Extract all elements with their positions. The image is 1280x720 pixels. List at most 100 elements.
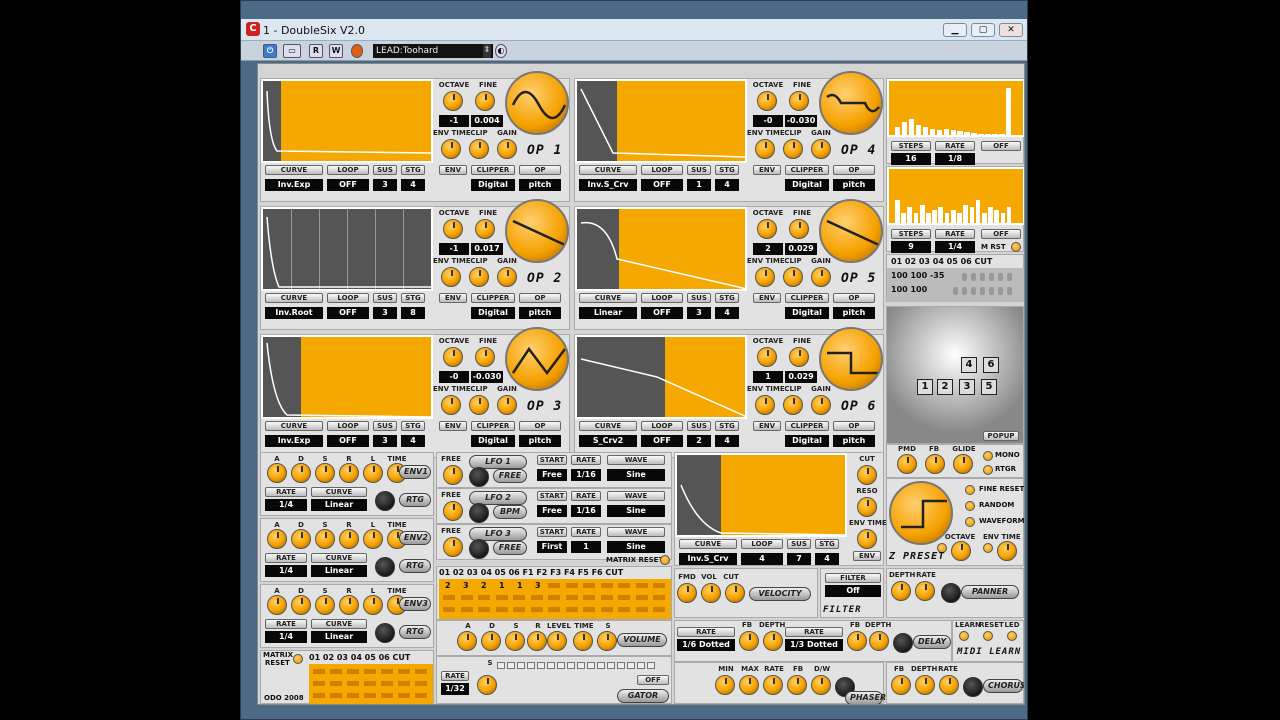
op6-curve-button[interactable]: CURVE [579, 421, 637, 431]
lfo3-rate-value[interactable]: 1 [571, 541, 601, 553]
volume-d-knob[interactable] [481, 631, 501, 651]
op1-clipper-value[interactable]: Digital [471, 179, 515, 191]
env2-rate-button[interactable]: RATE [265, 553, 307, 563]
op3-stg-button[interactable]: STG [401, 421, 425, 431]
gator-step[interactable] [517, 662, 525, 669]
power-icon[interactable]: ⏻ [263, 44, 277, 58]
op4-octave-knob[interactable] [757, 91, 777, 111]
gator-step[interactable] [577, 662, 585, 669]
op1-stg-value[interactable]: 4 [401, 179, 425, 191]
delay-fb-2-knob[interactable] [847, 631, 867, 651]
op6-env-time-knob[interactable] [755, 395, 775, 415]
matrix-cell[interactable] [381, 669, 393, 674]
op5-clipper-value[interactable]: Digital [785, 307, 829, 319]
preset-menu-icon[interactable]: ◐ [495, 44, 507, 58]
op1-env-time-knob[interactable] [441, 139, 461, 159]
lfo2-rate-knob[interactable] [443, 501, 463, 521]
op2-clipper-button[interactable]: CLIPPER [471, 293, 515, 303]
op1-op-button[interactable]: OP [519, 165, 561, 175]
op1-sus-button[interactable]: SUS [373, 165, 397, 175]
op4-env-time-knob[interactable] [755, 139, 775, 159]
filter-loop-value[interactable]: 4 [741, 553, 783, 565]
env2-s-knob[interactable] [315, 529, 335, 549]
op6-clipper-button[interactable]: CLIPPER [785, 421, 829, 431]
matrix-cell[interactable] [548, 595, 560, 600]
gator-step[interactable] [637, 662, 645, 669]
op3-clipper-button[interactable]: CLIPPER [471, 421, 515, 431]
volume-s-knob[interactable] [505, 631, 525, 651]
volume-level-knob[interactable] [547, 631, 567, 651]
op3-waveform-knob[interactable] [505, 327, 569, 391]
gator-rate-button[interactable]: RATE [441, 671, 469, 681]
matrix-cell[interactable] [618, 607, 630, 612]
filter-button[interactable]: FILTER [825, 573, 881, 583]
title-bar[interactable]: C 1 - DoubleSix V2.0 ▁ ▢ ✕ [241, 19, 1027, 41]
op3-loop-value[interactable]: OFF [327, 435, 369, 447]
filter-sus-value[interactable]: 7 [787, 553, 811, 565]
routing-slot[interactable] [953, 287, 958, 295]
volume-s2-knob[interactable] [597, 631, 617, 651]
op6-fine-value[interactable]: 0.029 [785, 371, 817, 383]
env1-rate-button[interactable]: RATE [265, 487, 307, 497]
op2-curve-button[interactable]: CURVE [265, 293, 323, 303]
lfo3-mode-button[interactable] [469, 539, 489, 559]
env3-rtg-button[interactable] [375, 623, 395, 643]
delay-fb-1-knob[interactable] [739, 631, 759, 651]
master-reset-led[interactable] [1011, 242, 1021, 252]
env3-d-knob[interactable] [291, 595, 311, 615]
lfo2-rate-value[interactable]: 1/16 [571, 505, 601, 517]
op5-op-value[interactable]: pitch [833, 307, 875, 319]
matrix-reset-grid[interactable] [309, 664, 433, 704]
matrix-cell[interactable] [398, 693, 410, 698]
matrix-cell[interactable] [364, 681, 376, 686]
routing-slot[interactable] [980, 273, 985, 281]
matrix-cell[interactable] [618, 583, 630, 588]
gator-knob[interactable] [477, 675, 497, 695]
filter-env-time-knob[interactable] [857, 529, 877, 549]
op5-fine-value[interactable]: 0.029 [785, 243, 817, 255]
op5-op-button[interactable]: OP [833, 293, 875, 303]
op3-clipper-value[interactable]: Digital [471, 435, 515, 447]
routing-slot[interactable] [1007, 287, 1012, 295]
routing-slot[interactable] [962, 287, 967, 295]
op5-curve-value[interactable]: Linear [579, 307, 637, 319]
matrix-cell[interactable] [583, 607, 595, 612]
step-seq-2-off-button[interactable]: OFF [981, 229, 1021, 239]
step-seq-1-off-button[interactable]: OFF [981, 141, 1021, 151]
matrix-cell[interactable] [653, 595, 665, 600]
maximize-button[interactable]: ▢ [971, 23, 995, 37]
routing-slot[interactable] [989, 287, 994, 295]
op4-clipper-value[interactable]: Digital [785, 179, 829, 191]
matrix-cell[interactable] [364, 669, 376, 674]
op1-op-value[interactable]: pitch [519, 179, 561, 191]
matrix-cell[interactable] [460, 595, 473, 600]
op4-curve-button[interactable]: CURVE [579, 165, 637, 175]
lfo2-start-value[interactable]: Free [537, 505, 567, 517]
operator-box[interactable]: 3 [959, 379, 975, 395]
op6-sus-button[interactable]: SUS [687, 421, 711, 431]
op2-fine-knob[interactable] [475, 219, 495, 239]
op2-stg-value[interactable]: 8 [401, 307, 425, 319]
matrix-cell[interactable] [583, 595, 595, 600]
lfo2-mode-button[interactable] [469, 503, 489, 523]
z-octave-knob[interactable] [951, 541, 971, 561]
matrix-cell[interactable] [548, 583, 560, 588]
env2-a-knob[interactable] [267, 529, 287, 549]
routing-slot[interactable] [1007, 273, 1012, 281]
op5-gain-knob[interactable] [811, 267, 831, 287]
preset-field[interactable]: LEAD:Toohard [373, 44, 493, 58]
op6-octave-value[interactable]: 1 [753, 371, 783, 383]
op4-loop-button[interactable]: LOOP [641, 165, 683, 175]
op4-op-value[interactable]: pitch [833, 179, 875, 191]
gator-off-button[interactable]: OFF [637, 675, 669, 685]
op5-stg-button[interactable]: STG [715, 293, 739, 303]
env3-rate-button[interactable]: RATE [265, 619, 307, 629]
op5-sus-button[interactable]: SUS [687, 293, 711, 303]
gator-step[interactable] [547, 662, 555, 669]
op6-curve-value[interactable]: S_Crv2 [579, 435, 637, 447]
routing-slot[interactable] [998, 273, 1003, 281]
op1-waveform-knob[interactable] [505, 71, 569, 135]
op5-sus-value[interactable]: 3 [687, 307, 711, 319]
env1-curve-value[interactable]: Linear [311, 499, 367, 511]
matrix-cell[interactable] [313, 693, 325, 698]
